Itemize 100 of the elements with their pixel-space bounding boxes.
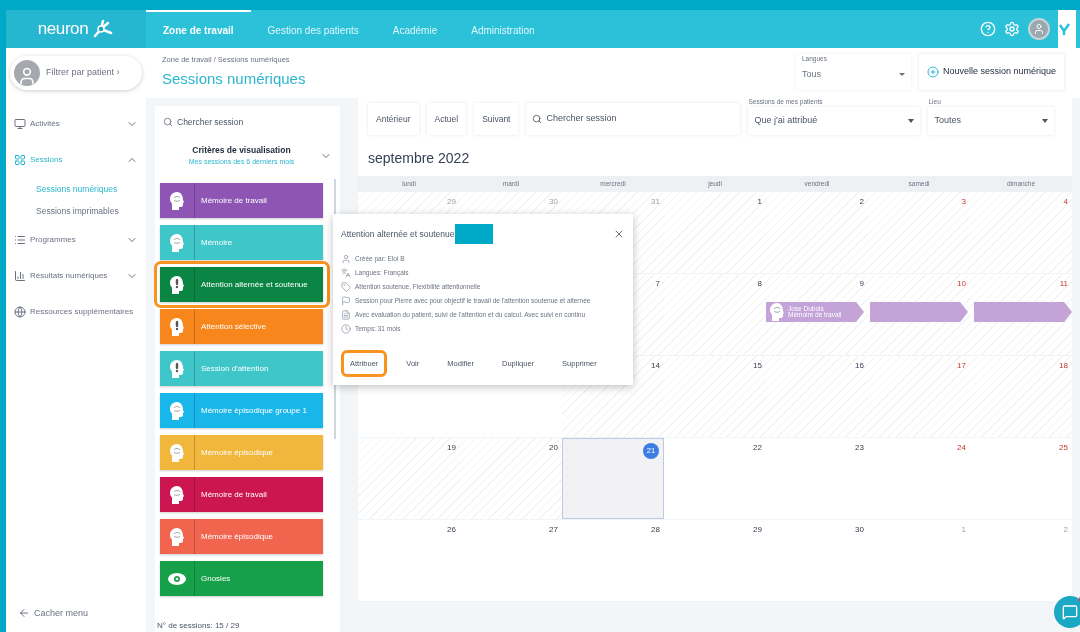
calendar-nav-button[interactable]: Suivant <box>474 103 519 135</box>
day-number: 7 <box>655 278 660 290</box>
session-card[interactable]: Mémoire de travail <box>160 183 323 219</box>
day-number: 24 <box>957 442 966 454</box>
chat-button[interactable] <box>1054 596 1080 628</box>
session-search-field[interactable]: Chercher session <box>177 115 317 129</box>
sidebar-item[interactable]: Activités <box>6 106 146 142</box>
head-brain-icon <box>170 401 184 420</box>
patient-filter[interactable]: Filtrer par patient › <box>10 56 142 90</box>
head-brain-icon <box>170 191 184 210</box>
redaction-block <box>455 224 494 244</box>
day-number: 27 <box>549 524 558 536</box>
calendar-day-cell[interactable]: 17 <box>868 356 970 437</box>
logo-text: neuron <box>37 18 89 41</box>
day-number: 28 <box>651 524 660 536</box>
session-card[interactable]: Mémoire épisodique <box>160 519 323 555</box>
day-number: 20 <box>549 442 558 454</box>
calendar-day-cell[interactable]: 3 <box>868 192 970 273</box>
day-number: 1 <box>757 196 762 208</box>
chat-icon <box>1062 604 1078 620</box>
user-avatar[interactable] <box>1028 18 1050 40</box>
plus-icon <box>926 66 939 78</box>
filter-select[interactable]: Que j'ai attribué <box>748 107 921 135</box>
day-number: 8 <box>757 278 762 290</box>
calendar-day-cell[interactable]: 2 <box>766 192 868 273</box>
calendar-nav-button[interactable]: Actuel <box>426 103 467 135</box>
head-brain-icon <box>170 527 184 546</box>
calendar-day-cell[interactable]: 19 <box>358 438 460 519</box>
calendar-day-cell[interactable]: 1 <box>664 192 766 273</box>
session-count: N° de sessions: 15 / 29 <box>155 620 340 632</box>
head-exclamation-icon <box>170 275 184 294</box>
day-number: 4 <box>1063 196 1068 208</box>
day-number: 22 <box>753 442 762 454</box>
search-icon <box>532 114 543 124</box>
new-session-button[interactable]: Nouvelle session numérique <box>918 54 1064 90</box>
note-icon <box>341 310 351 320</box>
day-number: 10 <box>957 278 966 290</box>
session-card[interactable]: Gnosies <box>160 561 323 597</box>
day-number: 19 <box>447 442 456 454</box>
settings-icon[interactable] <box>1004 21 1020 37</box>
calendar-search-field[interactable]: Chercher session <box>546 112 727 126</box>
event-bar[interactable] <box>974 302 1072 322</box>
help-icon[interactable] <box>980 21 996 37</box>
sidebar-item[interactable]: Programmes <box>6 222 146 258</box>
dropdown-caret-icon <box>908 119 915 123</box>
event-bar[interactable] <box>870 302 968 322</box>
head-exclamation-icon <box>170 359 184 378</box>
eye-icon <box>167 570 187 587</box>
day-number: 11 <box>1059 278 1068 290</box>
session-card[interactable]: Attention alternée et soutenue <box>160 267 323 303</box>
head-brain-icon <box>170 443 184 462</box>
back-arrow-icon <box>18 607 30 620</box>
list-icon <box>14 234 26 246</box>
month-title: septembre 2022 <box>367 148 471 168</box>
globe-icon <box>14 306 26 318</box>
day-number: 1 <box>961 524 966 536</box>
popup-title: Attention alternée et soutenue <box>341 227 455 241</box>
page-title: Sessions numériques <box>162 69 306 90</box>
day-number: 30 <box>549 196 558 208</box>
calendar-day-cell[interactable]: 8 <box>664 274 766 355</box>
sidebar-item[interactable]: Résultats numériques <box>6 258 146 294</box>
head-brain-icon <box>170 485 184 504</box>
search-icon <box>163 117 173 127</box>
calendar-day-cell[interactable]: 20 <box>460 438 562 519</box>
head-brain-icon <box>770 303 784 321</box>
app-logo-tile[interactable] <box>1058 10 1076 48</box>
day-number: 29 <box>753 524 762 536</box>
calendar-day-cell[interactable]: 4 <box>970 192 1072 273</box>
sidebar-subitem[interactable]: Sessions imprimables <box>6 200 146 222</box>
tag-icon <box>341 282 351 292</box>
session-card[interactable]: Mémoire de travail <box>160 477 323 513</box>
day-number: 2 <box>1063 524 1068 536</box>
language-icon <box>341 268 351 278</box>
head-brain-icon <box>170 233 184 252</box>
dropdown-caret-icon <box>898 73 905 77</box>
day-number: 16 <box>855 360 864 372</box>
day-number: 23 <box>855 442 864 454</box>
calendar-day-cell[interactable]: 15 <box>664 356 766 437</box>
calendar-day-cell[interactable]: 18 <box>970 356 1072 437</box>
head-exclamation-icon <box>170 317 184 336</box>
hide-menu-link[interactable]: Cacher menu <box>18 606 146 620</box>
monitor-icon <box>14 118 26 130</box>
day-number: 18 <box>1059 360 1068 372</box>
logo-icon <box>1058 22 1070 36</box>
person-icon <box>1033 23 1045 35</box>
flag-icon <box>341 296 351 306</box>
user-icon <box>341 254 351 264</box>
chart-icon <box>14 270 26 282</box>
day-number: 3 <box>961 196 966 208</box>
calendar-nav-button[interactable]: Antérieur <box>368 103 419 135</box>
language-select[interactable]: Tous <box>801 63 905 86</box>
sidebar-item[interactable]: Ressources supplémentaires <box>6 294 146 330</box>
day-number: 14 <box>651 360 660 372</box>
day-number: 15 <box>753 360 762 372</box>
day-number: 2 <box>859 196 864 208</box>
logo-icon <box>92 20 115 38</box>
grid-icon <box>14 154 26 166</box>
close-icon[interactable] <box>613 228 625 240</box>
filter-select[interactable]: Toutes <box>928 107 1055 135</box>
calendar-day-cell[interactable]: 16 <box>766 356 868 437</box>
